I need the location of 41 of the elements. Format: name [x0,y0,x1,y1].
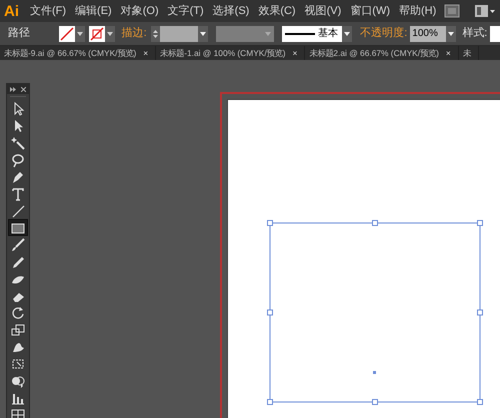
dropdown-arrow-icon [200,32,206,36]
stroke-swatch[interactable] [88,26,115,42]
dropdown-arrow-icon [265,32,272,36]
tool-button[interactable] [8,219,28,236]
menu-item[interactable]: 视图(V) [304,2,342,20]
dropdown-arrow-icon [344,32,350,36]
fill-swatch[interactable] [58,26,85,42]
menu-item[interactable]: 效果(C) [258,2,296,20]
opacity-label[interactable]: 不透明度: [360,25,408,42]
mesh-tool-icon [10,406,26,418]
scale-tool-icon [10,322,26,338]
close-tab-button[interactable]: × [143,46,148,60]
dropdown-arrow-icon [448,32,454,36]
menu-item[interactable]: 文件(F) [30,2,66,20]
close-tab-button[interactable]: × [292,46,298,60]
style-label: 样式: [462,26,488,42]
menu-item[interactable]: 窗口(W) [350,2,390,20]
menu-item[interactable]: 帮助(H) [399,2,436,20]
stroke-label[interactable]: 描边: [122,25,147,42]
close-tab-button[interactable]: × [446,46,451,60]
magic-wand-icon [10,134,26,150]
brush-name: 基本 [318,26,338,41]
dropdown-arrow-icon [152,34,158,38]
arrow-up-icon [152,30,158,32]
menu-item[interactable]: 选择(S) [212,2,250,20]
lasso-icon [10,152,26,168]
menu-item[interactable]: 文字(T) [168,2,204,20]
style-swatch[interactable] [490,26,500,42]
dropdown-arrow-icon [106,32,113,36]
paintbrush-icon [10,236,26,252]
app-logo: Ai [3,4,20,18]
menu-item[interactable]: 编辑(E) [75,2,112,20]
close-icon[interactable] [21,86,26,92]
object-type-label: 路径 [8,26,31,42]
collapse-icon[interactable] [10,86,16,92]
line-tool-icon [10,202,26,218]
stroke-weight-field[interactable] [150,26,208,42]
dropdown-arrow-icon [76,32,83,36]
type-tool-icon [10,186,26,202]
rotate-tool-icon [10,304,26,320]
menu-item[interactable]: 对象(O) [120,2,159,20]
